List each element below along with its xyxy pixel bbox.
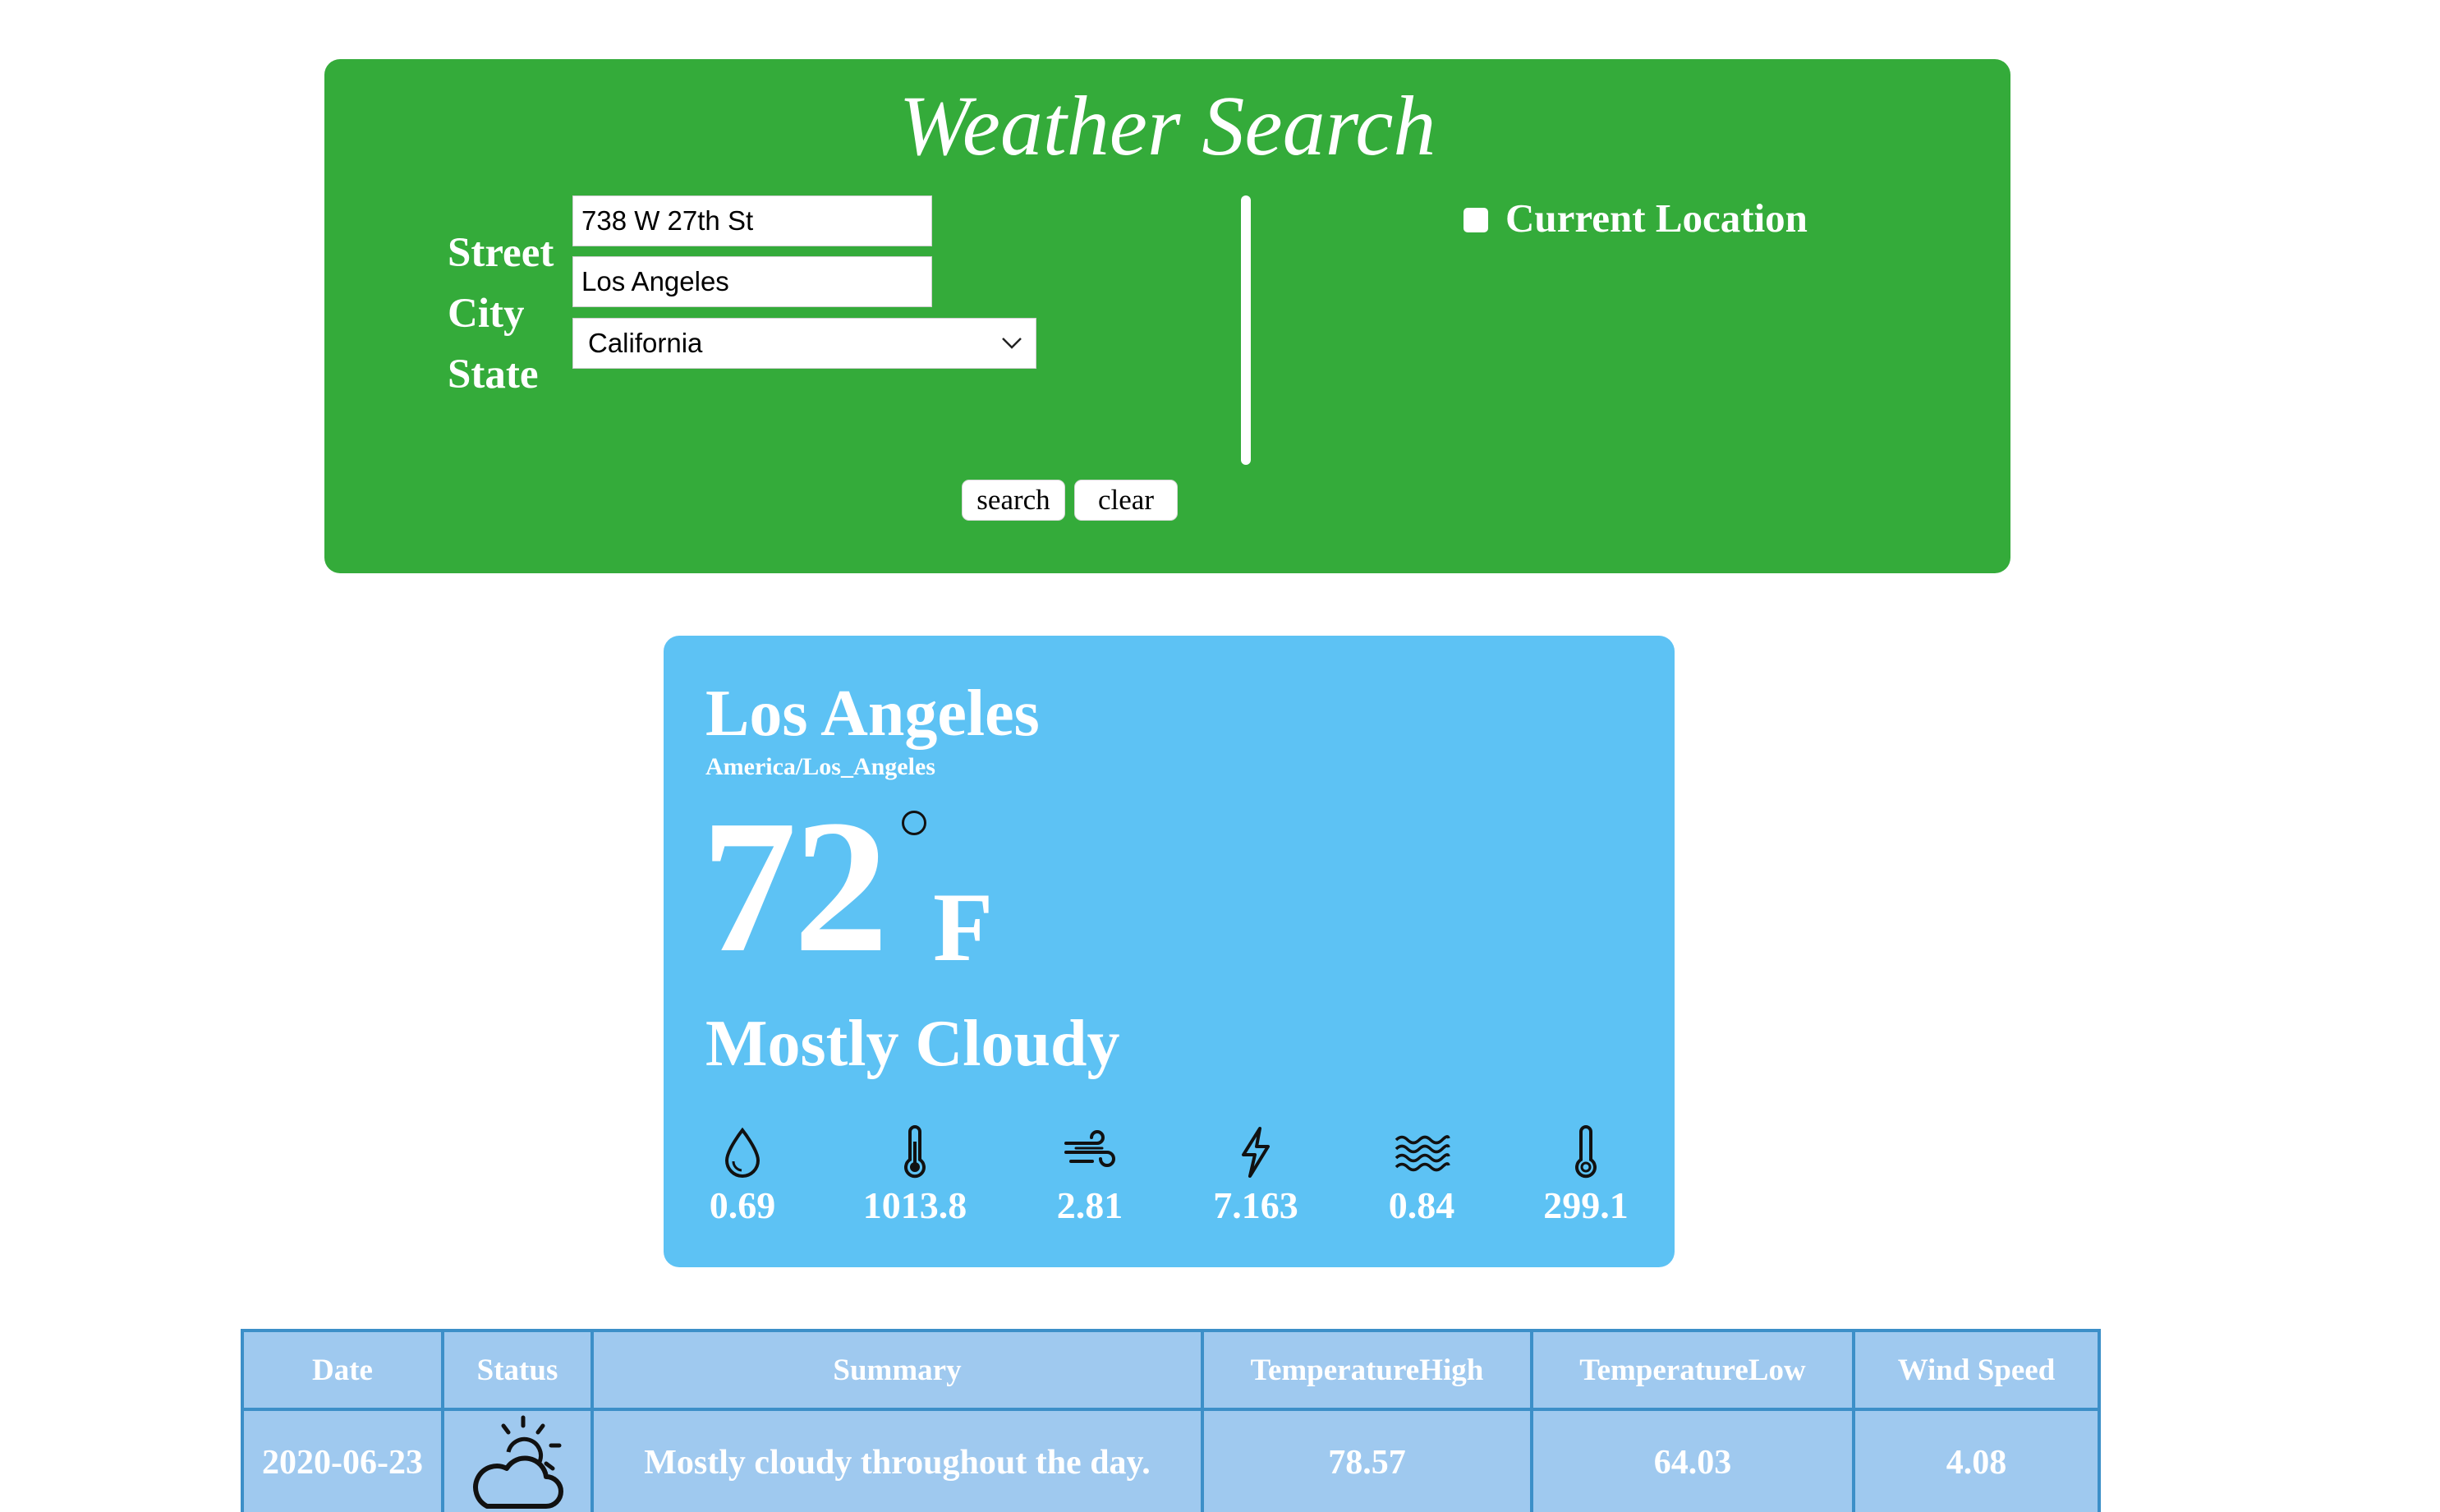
forecast-table: Date Status Summary TemperatureHigh Temp… <box>241 1329 2101 1512</box>
metric-wind: 2.81 <box>1008 1124 1172 1229</box>
state-select-value: California <box>588 328 703 358</box>
city-label: City <box>448 291 525 337</box>
humidity-drop-icon <box>724 1127 760 1178</box>
cloud-cover-waves-icon <box>1395 1135 1450 1172</box>
header-status: Status <box>441 1329 594 1411</box>
search-title: Weather Search <box>898 79 1436 173</box>
header-temperature-high: TemperatureHigh <box>1201 1329 1533 1411</box>
weather-condition: Mostly Cloudy <box>705 1008 1120 1080</box>
header-temperature-low: TemperatureLow <box>1530 1329 1855 1411</box>
cell-temperature-low: 64.03 <box>1530 1408 1855 1512</box>
wind-icon <box>1064 1130 1115 1167</box>
clear-button[interactable]: clear <box>1074 480 1178 521</box>
current-location-label: Current Location <box>1505 195 1808 241</box>
table-row[interactable]: 2020-06-23 Mostly cloudy throughout the … <box>241 1408 2101 1512</box>
search-panel: Weather Search Street City State Califor… <box>324 59 2010 573</box>
temperature-unit: F <box>933 872 994 981</box>
visibility-bolt-icon <box>1242 1127 1270 1178</box>
state-label: State <box>448 352 539 398</box>
metric-visibility: 7.163 <box>1174 1124 1338 1229</box>
header-date: Date <box>241 1329 444 1411</box>
cell-date[interactable]: 2020-06-23 <box>241 1408 444 1512</box>
metric-visibility-value: 7.163 <box>1213 1184 1298 1226</box>
search-button[interactable]: search <box>962 480 1065 521</box>
city-name: Los Angeles <box>705 678 1040 750</box>
degree-icon <box>902 811 926 835</box>
partly-cloudy-day-icon <box>473 1415 563 1509</box>
cell-temperature-high: 78.57 <box>1201 1408 1533 1512</box>
cell-wind-speed: 4.08 <box>1852 1408 2101 1512</box>
chevron-down-icon <box>999 319 1024 368</box>
metric-pressure-value: 1013.8 <box>862 1184 967 1226</box>
header-summary: Summary <box>590 1329 1204 1411</box>
temperature-value: 72 <box>701 781 889 992</box>
forecast-header-row: Date Status Summary TemperatureHigh Temp… <box>241 1329 2101 1411</box>
metric-humidity: 0.69 <box>660 1124 825 1229</box>
cell-status <box>441 1408 594 1512</box>
cell-summary: Mostly cloudy throughout the day. <box>590 1408 1204 1512</box>
street-label: Street <box>448 230 554 276</box>
metric-ozone-value: 299.1 <box>1543 1184 1629 1226</box>
street-input[interactable] <box>572 195 932 246</box>
current-weather-card: Los Angeles America/Los_Angeles 72 F Mos… <box>664 636 1675 1267</box>
metric-cloud-cover: 0.84 <box>1339 1124 1504 1229</box>
pressure-thermometer-icon <box>904 1125 926 1179</box>
ozone-thermometer-icon <box>1575 1125 1597 1179</box>
city-input[interactable] <box>572 256 932 307</box>
state-select[interactable]: California <box>572 318 1036 369</box>
metric-wind-value: 2.81 <box>1056 1184 1124 1226</box>
panel-divider <box>1241 195 1251 465</box>
page: Weather Search Street City State Califor… <box>0 0 2440 1512</box>
timezone: America/Los_Angeles <box>705 753 935 780</box>
metric-pressure: 1013.8 <box>833 1124 997 1229</box>
metric-ozone: 299.1 <box>1504 1124 1668 1229</box>
metric-cloud-cover-value: 0.84 <box>1388 1184 1455 1226</box>
metric-humidity-value: 0.69 <box>709 1184 776 1226</box>
header-wind-speed: Wind Speed <box>1852 1329 2101 1411</box>
current-location-checkbox[interactable] <box>1464 208 1488 232</box>
